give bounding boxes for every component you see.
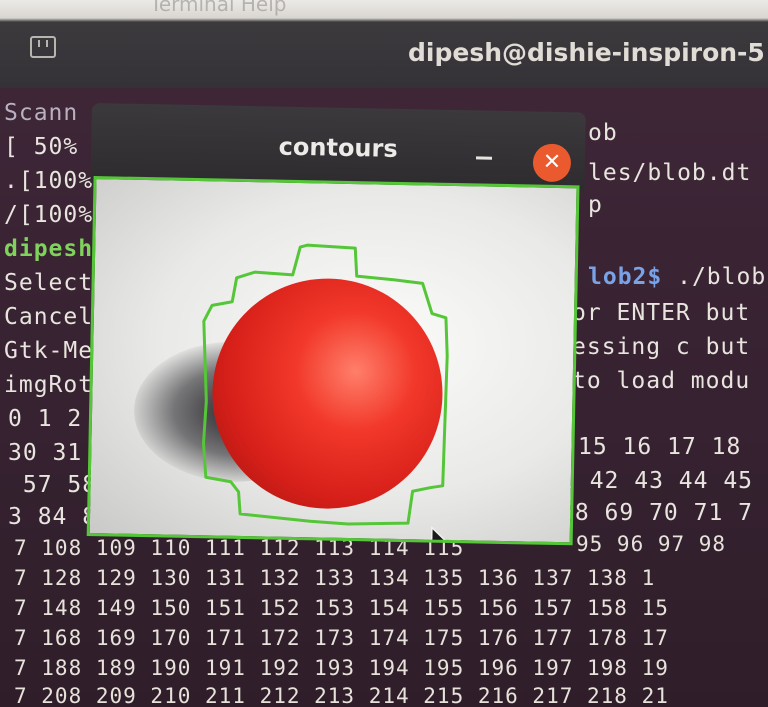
terminal-line: les/blob.dt: [588, 160, 752, 186]
terminal-number-line: 7 148 149 150 151 152 153 154 155 156 15…: [14, 596, 669, 620]
terminal-line: 1 42 43 44 45: [560, 468, 754, 494]
terminal-prompt: dipesh: [4, 236, 94, 262]
terminal-number-line: 95 96 97 98: [576, 532, 727, 556]
terminal-command: ./blob: [662, 264, 767, 290]
close-button[interactable]: ✕: [532, 143, 572, 183]
terminal-number-line: 7 128 129 130 131 132 133 134 135 136 13…: [14, 566, 656, 590]
terminal-line: essing c but: [572, 334, 751, 360]
terminal-menu-partial: Terminal Help: [150, 0, 287, 16]
terminal-line: Gtk-Me: [4, 338, 94, 364]
terminal-line: 0 1 2: [8, 406, 83, 432]
terminal-line: .[100%: [4, 168, 94, 194]
contours-image-canvas: [86, 176, 580, 546]
terminal-number-line: 7 188 189 190 191 192 193 194 195 196 19…: [14, 656, 669, 680]
terminal-line: Cancel: [4, 304, 94, 330]
terminal-line: 15 16 17 18: [578, 434, 742, 460]
terminal-window-title: dipesh@dishie-inspiron-5: [408, 38, 765, 67]
terminal-number-line: 7 208 209 210 211 212 213 214 215 216 21…: [14, 684, 669, 707]
terminal-line: Scann: [4, 100, 79, 126]
terminal-line: to load modu: [572, 368, 751, 394]
detected-contour: [201, 243, 449, 526]
terminal-line: ob: [588, 120, 618, 146]
terminal-line: 58 69 70 71 7: [560, 500, 754, 526]
terminal-line: /[100%: [4, 202, 94, 228]
terminal-line: p: [588, 192, 603, 218]
close-icon: ✕: [542, 149, 562, 176]
terminal-number-line: 7 168 169 170 171 172 173 174 175 176 17…: [14, 626, 669, 650]
minimize-button[interactable]: [475, 156, 493, 160]
photo-frame: Terminal Help dipesh@dishie-inspiron-5 S…: [0, 0, 768, 707]
terminal-tab-icon[interactable]: [30, 36, 56, 58]
terminal-line: 30 31: [8, 440, 83, 466]
terminal-line: Select: [4, 270, 94, 296]
contour-outline: [201, 243, 449, 526]
terminal-command-line: lob2$ ./blob: [588, 264, 766, 290]
terminal-prompt-path: lob2$: [588, 264, 663, 290]
mouse-cursor-icon: [430, 525, 449, 546]
terminal-line: or ENTER but: [572, 300, 751, 326]
contours-window[interactable]: contours ✕: [83, 103, 586, 562]
terminal-line: [ 50%: [4, 134, 79, 160]
terminal-line: imgRot: [4, 372, 94, 398]
contours-window-title: contours: [278, 132, 398, 163]
terminal-titlebar: Terminal Help dipesh@dishie-inspiron-5: [0, 0, 768, 88]
